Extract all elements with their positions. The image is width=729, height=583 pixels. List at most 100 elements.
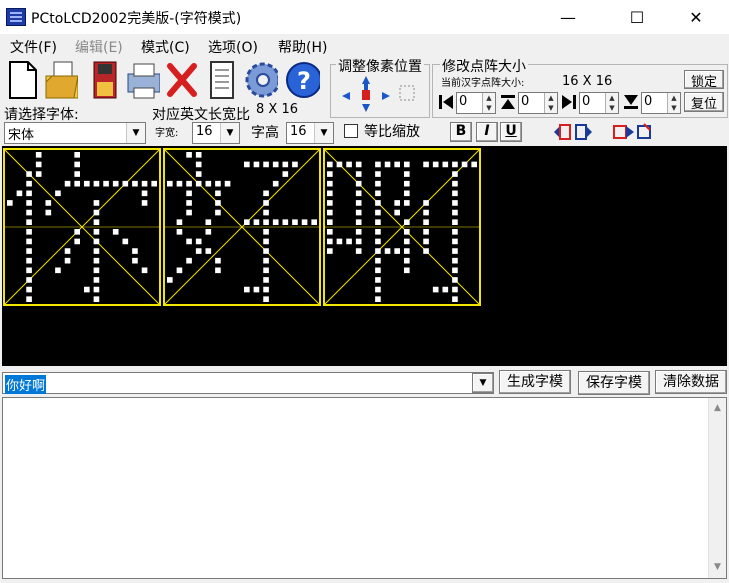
pixel-dot[interactable] bbox=[394, 161, 400, 168]
pixel-dot[interactable] bbox=[26, 190, 32, 197]
output-textarea[interactable]: ▲ ▼ bbox=[2, 397, 727, 579]
pixel-dot[interactable] bbox=[167, 277, 173, 283]
pixel-dot[interactable] bbox=[452, 161, 458, 168]
pixel-dot[interactable] bbox=[404, 219, 410, 225]
pixel-dot[interactable] bbox=[84, 180, 90, 187]
pixel-dot[interactable] bbox=[263, 296, 269, 302]
maximize-button[interactable]: ☐ bbox=[614, 0, 660, 34]
bottom-spin[interactable]: 0 ▲ ▼ bbox=[641, 92, 681, 114]
pixel-dot[interactable] bbox=[375, 286, 381, 293]
pixel-dot[interactable] bbox=[452, 190, 458, 197]
top-spin[interactable]: 0 ▲ ▼ bbox=[518, 92, 558, 114]
pixel-dot[interactable] bbox=[93, 209, 100, 216]
pixel-dot[interactable] bbox=[327, 180, 333, 187]
pixel-dot[interactable] bbox=[215, 200, 221, 206]
underline-button[interactable]: U bbox=[500, 122, 522, 142]
pixel-dot[interactable] bbox=[282, 219, 289, 225]
pixel-dot[interactable] bbox=[404, 248, 410, 254]
pixel-dot[interactable] bbox=[45, 209, 52, 216]
pixel-dot[interactable] bbox=[205, 248, 212, 254]
pixel-dot[interactable] bbox=[224, 180, 231, 187]
pixel-dot[interactable] bbox=[7, 200, 13, 206]
pixel-dot[interactable] bbox=[74, 161, 80, 168]
pixel-dot[interactable] bbox=[394, 200, 400, 206]
pixel-dot[interactable] bbox=[471, 161, 477, 168]
move-arrows-icon[interactable] bbox=[340, 74, 420, 114]
pixel-dot[interactable] bbox=[195, 180, 202, 187]
pixel-dot[interactable] bbox=[394, 209, 400, 216]
pixel-dot[interactable] bbox=[375, 277, 381, 283]
menu-help[interactable]: 帮助(H) bbox=[278, 37, 327, 57]
pixel-dot[interactable] bbox=[263, 238, 269, 245]
height-select[interactable]: 16 ▼ bbox=[286, 122, 334, 144]
pixel-dot[interactable] bbox=[355, 219, 362, 225]
pixel-dot[interactable] bbox=[26, 219, 32, 225]
reset-button[interactable]: 复位 bbox=[684, 92, 724, 112]
pixel-dot[interactable] bbox=[452, 209, 458, 216]
pixel-dot[interactable] bbox=[93, 296, 100, 302]
pixel-dot[interactable] bbox=[176, 180, 183, 187]
pixel-dot[interactable] bbox=[93, 267, 100, 274]
pixel-dot[interactable] bbox=[442, 161, 449, 168]
right-spin[interactable]: 0 ▲ ▼ bbox=[579, 92, 619, 114]
generate-button[interactable]: 生成字模 bbox=[499, 370, 571, 394]
pixel-dot[interactable] bbox=[253, 219, 260, 225]
pixel-dot[interactable] bbox=[404, 171, 410, 177]
pixel-dot[interactable] bbox=[375, 190, 381, 197]
pixel-dot[interactable] bbox=[375, 238, 381, 245]
pixel-dot[interactable] bbox=[263, 277, 269, 283]
pixel-dot[interactable] bbox=[195, 161, 202, 168]
pixel-dot[interactable] bbox=[26, 277, 32, 283]
lock-button[interactable]: 锁定 bbox=[684, 70, 724, 90]
shrink-top-icon[interactable] bbox=[499, 93, 517, 111]
pixel-dot[interactable] bbox=[26, 171, 32, 177]
pixel-dot[interactable] bbox=[195, 248, 202, 254]
text-input[interactable]: 你好啊 bbox=[2, 372, 494, 394]
pixel-dot[interactable] bbox=[375, 171, 381, 177]
pixel-dot[interactable] bbox=[355, 200, 362, 206]
pixel-dot[interactable] bbox=[355, 209, 362, 216]
width-select[interactable]: 16 ▼ bbox=[192, 122, 240, 144]
scale-checkbox[interactable] bbox=[344, 124, 358, 138]
pixel-dot[interactable] bbox=[423, 248, 429, 254]
pixel-dot[interactable] bbox=[327, 219, 333, 225]
menu-options[interactable]: 选项(O) bbox=[208, 37, 258, 57]
new-file-icon[interactable] bbox=[4, 58, 40, 102]
shrink-bottom-icon[interactable] bbox=[622, 93, 640, 111]
pixel-dot[interactable] bbox=[452, 277, 458, 283]
pixel-dot[interactable] bbox=[195, 171, 202, 177]
pixel-dot[interactable] bbox=[423, 209, 429, 216]
pixel-dot[interactable] bbox=[205, 219, 212, 225]
chevron-down-icon[interactable]: ▼ bbox=[126, 123, 145, 143]
rotate-icon[interactable] bbox=[610, 122, 656, 142]
pixel-dot[interactable] bbox=[272, 219, 279, 225]
pixel-dot[interactable] bbox=[355, 171, 362, 177]
pixel-dot[interactable] bbox=[74, 171, 80, 177]
text-dropdown-button[interactable]: ▼ bbox=[472, 373, 494, 393]
chevron-down-icon[interactable]: ▼ bbox=[220, 123, 239, 143]
pixel-dot[interactable] bbox=[26, 180, 32, 187]
pixel-dot[interactable] bbox=[215, 257, 221, 264]
pixel-dot[interactable] bbox=[375, 209, 381, 216]
pixel-dot[interactable] bbox=[26, 238, 32, 245]
pixel-dot[interactable] bbox=[186, 190, 192, 197]
pixel-dot[interactable] bbox=[186, 152, 192, 158]
pixel-dot[interactable] bbox=[244, 219, 250, 225]
pixel-dot[interactable] bbox=[93, 180, 100, 187]
pixel-dot[interactable] bbox=[122, 238, 129, 245]
pixel-dot[interactable] bbox=[452, 219, 458, 225]
pixel-dot[interactable] bbox=[103, 180, 109, 187]
pixel-dot[interactable] bbox=[186, 257, 192, 264]
pixel-dot[interactable] bbox=[423, 229, 429, 235]
pixel-dot[interactable] bbox=[432, 286, 439, 293]
pixel-dot[interactable] bbox=[452, 180, 458, 187]
pixel-dot[interactable] bbox=[244, 286, 250, 293]
pixel-dot[interactable] bbox=[404, 229, 410, 235]
pixel-dot[interactable] bbox=[452, 267, 458, 274]
pixel-dot[interactable] bbox=[355, 229, 362, 235]
pixel-dot[interactable] bbox=[355, 238, 362, 245]
open-folder-icon[interactable] bbox=[42, 58, 78, 102]
pixel-dot[interactable] bbox=[423, 238, 429, 245]
pixel-dot[interactable] bbox=[26, 200, 32, 206]
font-select[interactable]: 宋体 ▼ bbox=[4, 122, 146, 144]
